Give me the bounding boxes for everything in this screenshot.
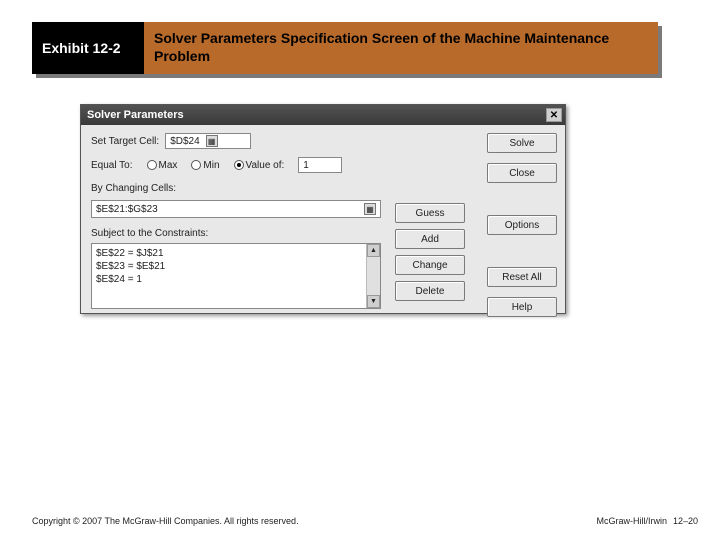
spacer <box>487 193 557 205</box>
constraint-row: $E$23 = $E$21 <box>96 260 376 273</box>
target-cell-value: $D$24 <box>170 136 199 147</box>
value-of-input[interactable]: 1 <box>298 157 342 173</box>
constraint-row: $E$24 = 1 <box>96 273 376 286</box>
spacer <box>487 245 557 257</box>
range-picker-icon[interactable]: ▦ <box>364 203 376 215</box>
constraint-buttons: Add Change Delete <box>395 229 465 301</box>
publisher-text: McGraw-Hill/Irwin <box>596 516 667 526</box>
header-main: Exhibit 12-2 Solver Parameters Specifica… <box>32 22 658 74</box>
constraints-listbox[interactable]: $E$22 = $J$21 $E$23 = $E$21 $E$24 = 1 ▲ … <box>91 243 381 309</box>
guess-button-wrap: Guess <box>395 203 465 223</box>
changing-cells-value: $E$21:$G$23 <box>96 204 158 215</box>
reset-all-button[interactable]: Reset All <box>487 267 557 287</box>
page-number: 12–20 <box>673 516 698 526</box>
range-picker-icon[interactable]: ▦ <box>206 135 218 147</box>
radio-dot-icon <box>191 160 201 170</box>
slide-caption: Solver Parameters Specification Screen o… <box>144 22 658 74</box>
target-cell-label: Set Target Cell: <box>91 136 159 147</box>
radio-min[interactable]: Min <box>191 160 219 171</box>
dialog-action-buttons: Solve Close Options Reset All Help <box>487 133 557 317</box>
scroll-down-icon[interactable]: ▼ <box>367 295 380 308</box>
constraint-row: $E$22 = $J$21 <box>96 247 376 260</box>
radio-valueof-label: Value of: <box>246 160 285 171</box>
slide-header: Exhibit 12-2 Solver Parameters Specifica… <box>32 22 662 78</box>
change-button[interactable]: Change <box>395 255 465 275</box>
dialog-title: Solver Parameters <box>87 109 184 121</box>
slide-footer: Copyright © 2007 The McGraw-Hill Compani… <box>32 516 698 526</box>
footer-right: McGraw-Hill/Irwin 12–20 <box>596 516 698 526</box>
help-button[interactable]: Help <box>487 297 557 317</box>
close-button[interactable]: Close <box>487 163 557 183</box>
exhibit-label: Exhibit 12-2 <box>32 22 144 74</box>
dialog-body: Set Target Cell: $D$24 ▦ Equal To: Max M… <box>81 125 565 313</box>
radio-min-label: Min <box>203 160 219 171</box>
solver-parameters-dialog: Solver Parameters ✕ Set Target Cell: $D$… <box>80 104 566 314</box>
solve-button[interactable]: Solve <box>487 133 557 153</box>
guess-button[interactable]: Guess <box>395 203 465 223</box>
radio-dot-selected-icon <box>234 160 244 170</box>
radio-max[interactable]: Max <box>147 160 178 171</box>
target-cell-input[interactable]: $D$24 ▦ <box>165 133 251 149</box>
dialog-titlebar[interactable]: Solver Parameters ✕ <box>81 105 565 125</box>
radio-dot-icon <box>147 160 157 170</box>
scroll-up-icon[interactable]: ▲ <box>367 244 380 257</box>
equal-to-label: Equal To: <box>91 160 133 171</box>
add-button[interactable]: Add <box>395 229 465 249</box>
radio-max-label: Max <box>159 160 178 171</box>
listbox-scrollbar[interactable]: ▲ ▼ <box>366 244 380 308</box>
radio-value-of[interactable]: Value of: <box>234 160 285 171</box>
changing-cells-input[interactable]: $E$21:$G$23 ▦ <box>91 200 381 218</box>
close-icon[interactable]: ✕ <box>546 108 562 122</box>
options-button[interactable]: Options <box>487 215 557 235</box>
copyright-text: Copyright © 2007 The McGraw-Hill Compani… <box>32 516 299 526</box>
delete-button[interactable]: Delete <box>395 281 465 301</box>
